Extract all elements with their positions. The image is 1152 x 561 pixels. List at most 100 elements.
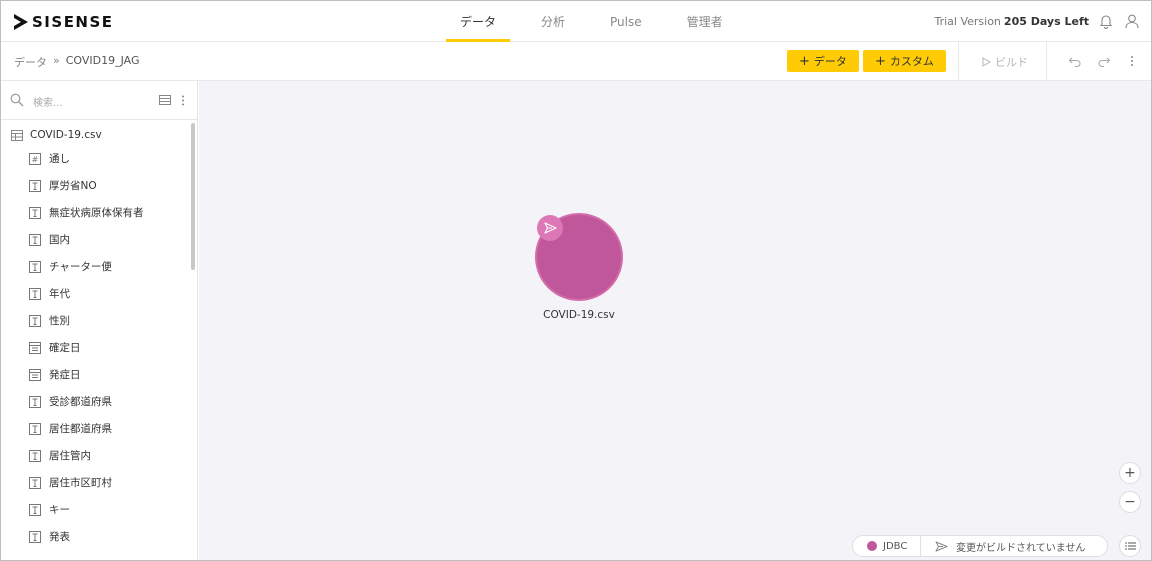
undo-icon[interactable] bbox=[1068, 54, 1082, 68]
column-label: 発症日 bbox=[49, 369, 81, 381]
date-type-icon bbox=[29, 341, 41, 354]
text-type-icon bbox=[29, 503, 41, 516]
column-label: 発表 bbox=[49, 531, 70, 543]
logo-text: SISENSE bbox=[32, 13, 114, 31]
column-label: 年代 bbox=[49, 288, 70, 300]
column-label: 無症状病原体保有者 bbox=[49, 207, 144, 219]
nav-tab-pulse[interactable]: Pulse bbox=[596, 1, 656, 42]
days-left: 205 Days Left bbox=[1003, 15, 1089, 28]
column-label: 居住管内 bbox=[49, 450, 91, 462]
nav-tab-label: 分析 bbox=[541, 15, 566, 29]
connector-label: JDBC bbox=[883, 540, 908, 552]
text-type-icon bbox=[29, 287, 41, 300]
sisense-logo-icon bbox=[14, 14, 28, 30]
nav-tab-label: Pulse bbox=[610, 14, 642, 29]
legend-button[interactable] bbox=[1119, 535, 1141, 557]
text-type-icon bbox=[29, 422, 41, 435]
column-list: # 通し厚労省NO 無症状病原体保有者 国内チャーター便 年代性別確定日発症日受診都道府… bbox=[1, 145, 191, 550]
play-icon bbox=[982, 57, 991, 67]
column-item[interactable]: 発表 bbox=[1, 523, 191, 550]
number-type-icon: # bbox=[29, 152, 41, 165]
text-type-icon bbox=[29, 206, 41, 219]
text-type-icon bbox=[29, 449, 41, 462]
breadcrumb-root[interactable]: データ bbox=[14, 54, 47, 70]
column-label: キー bbox=[49, 504, 70, 516]
column-label: 通し bbox=[49, 153, 70, 165]
build-status-bar: JDBC 変更がビルドされていません bbox=[852, 535, 1108, 557]
field-sidebar: 検索... COVID-19.csv # 通し 厚労省NO 無症状病原体保有者 … bbox=[1, 81, 198, 560]
nav-tab-data[interactable]: データ bbox=[446, 1, 511, 42]
list-icon bbox=[1124, 542, 1136, 550]
text-type-icon bbox=[29, 395, 41, 408]
model-toolbar: データ » COVID19_JAG + データ + カスタム ビルド bbox=[1, 42, 1151, 81]
list-view-icon[interactable] bbox=[159, 95, 171, 105]
column-item[interactable]: 厚労省NO bbox=[1, 172, 191, 199]
user-icon[interactable] bbox=[1124, 13, 1140, 29]
column-item[interactable]: 発症日 bbox=[1, 361, 191, 388]
column-item[interactable]: 居住管内 bbox=[1, 442, 191, 469]
column-item[interactable]: チャーター便 bbox=[1, 253, 191, 280]
search-icon bbox=[10, 93, 24, 107]
nav-tab-admin[interactable]: 管理者 bbox=[673, 1, 737, 42]
text-type-icon bbox=[29, 476, 41, 489]
logo[interactable]: SISENSE bbox=[14, 13, 114, 31]
more-vertical-icon[interactable] bbox=[181, 95, 185, 106]
redo-icon[interactable] bbox=[1097, 54, 1111, 68]
column-label: 厚労省NO bbox=[49, 180, 97, 192]
connector-color-dot bbox=[867, 541, 877, 551]
zoom-out-button[interactable]: − bbox=[1119, 491, 1141, 513]
search-bar: 検索... bbox=[1, 81, 197, 120]
table-icon bbox=[11, 129, 23, 141]
trial-info: Trial Version 205 Days Left bbox=[934, 15, 1089, 28]
bell-icon[interactable] bbox=[1098, 13, 1114, 29]
add-data-button[interactable]: + データ bbox=[787, 50, 859, 72]
build-label: ビルド bbox=[995, 56, 1028, 69]
column-item[interactable]: キー bbox=[1, 496, 191, 523]
model-canvas[interactable]: COVID-19.csv + − JDBC 変更がビルドされていません bbox=[199, 81, 1151, 560]
svg-text:#: # bbox=[32, 155, 39, 164]
build-button[interactable]: ビルド bbox=[982, 54, 1028, 70]
column-item[interactable]: # 通し bbox=[1, 145, 191, 172]
build-status: 変更がビルドされていません bbox=[921, 539, 1085, 554]
connector-status[interactable]: JDBC bbox=[853, 536, 921, 556]
column-item[interactable]: 年代 bbox=[1, 280, 191, 307]
column-item[interactable]: 国内 bbox=[1, 226, 191, 253]
text-type-icon bbox=[29, 260, 41, 273]
text-type-icon bbox=[29, 314, 41, 327]
sidebar-scrollbar[interactable] bbox=[191, 123, 195, 270]
column-label: 居住都道府県 bbox=[49, 423, 112, 435]
nav-tab-label: 管理者 bbox=[686, 15, 723, 29]
send-icon bbox=[543, 222, 557, 234]
column-item[interactable]: 性別 bbox=[1, 307, 191, 334]
node-badge[interactable] bbox=[537, 215, 563, 241]
table-item[interactable]: COVID-19.csv bbox=[1, 125, 191, 145]
column-label: 性別 bbox=[49, 315, 70, 327]
date-type-icon bbox=[29, 368, 41, 381]
zoom-out-icon: − bbox=[1124, 494, 1136, 510]
node-label: COVID-19.csv bbox=[543, 309, 615, 321]
plus-icon: + bbox=[799, 53, 810, 69]
search-input[interactable]: 検索... bbox=[33, 94, 63, 109]
plus-icon: + bbox=[875, 53, 886, 69]
column-item[interactable]: 居住市区町村 bbox=[1, 469, 191, 496]
column-label: 確定日 bbox=[49, 342, 81, 354]
toolbar-divider bbox=[1046, 42, 1047, 81]
zoom-in-button[interactable]: + bbox=[1119, 462, 1141, 484]
breadcrumb-separator: » bbox=[53, 54, 60, 67]
column-label: 国内 bbox=[49, 234, 70, 246]
nav-tab-analytics[interactable]: 分析 bbox=[527, 1, 579, 42]
top-header: SISENSE データ 分析 Pulse 管理者 Trial Version 20… bbox=[1, 1, 1151, 42]
column-item[interactable]: 確定日 bbox=[1, 334, 191, 361]
breadcrumb: データ » COVID19_JAG bbox=[14, 54, 140, 70]
column-label: チャーター便 bbox=[49, 261, 112, 273]
column-item[interactable]: 居住都道府県 bbox=[1, 415, 191, 442]
column-item[interactable]: 受診都道府県 bbox=[1, 388, 191, 415]
toolbar-divider bbox=[958, 42, 959, 81]
breadcrumb-current: COVID19_JAG bbox=[65, 54, 140, 67]
more-vertical-icon[interactable] bbox=[1125, 54, 1139, 68]
column-item[interactable]: 無症状病原体保有者 bbox=[1, 199, 191, 226]
field-tree: COVID-19.csv # 通し厚労省NO 無症状病原体保有者 国内チャーター便 年代… bbox=[1, 125, 191, 550]
app-window: SISENSE データ 分析 Pulse 管理者 Trial Version 20… bbox=[0, 0, 1152, 561]
build-status-message: 変更がビルドされていません bbox=[956, 542, 1086, 554]
add-custom-button[interactable]: + カスタム bbox=[863, 50, 946, 72]
